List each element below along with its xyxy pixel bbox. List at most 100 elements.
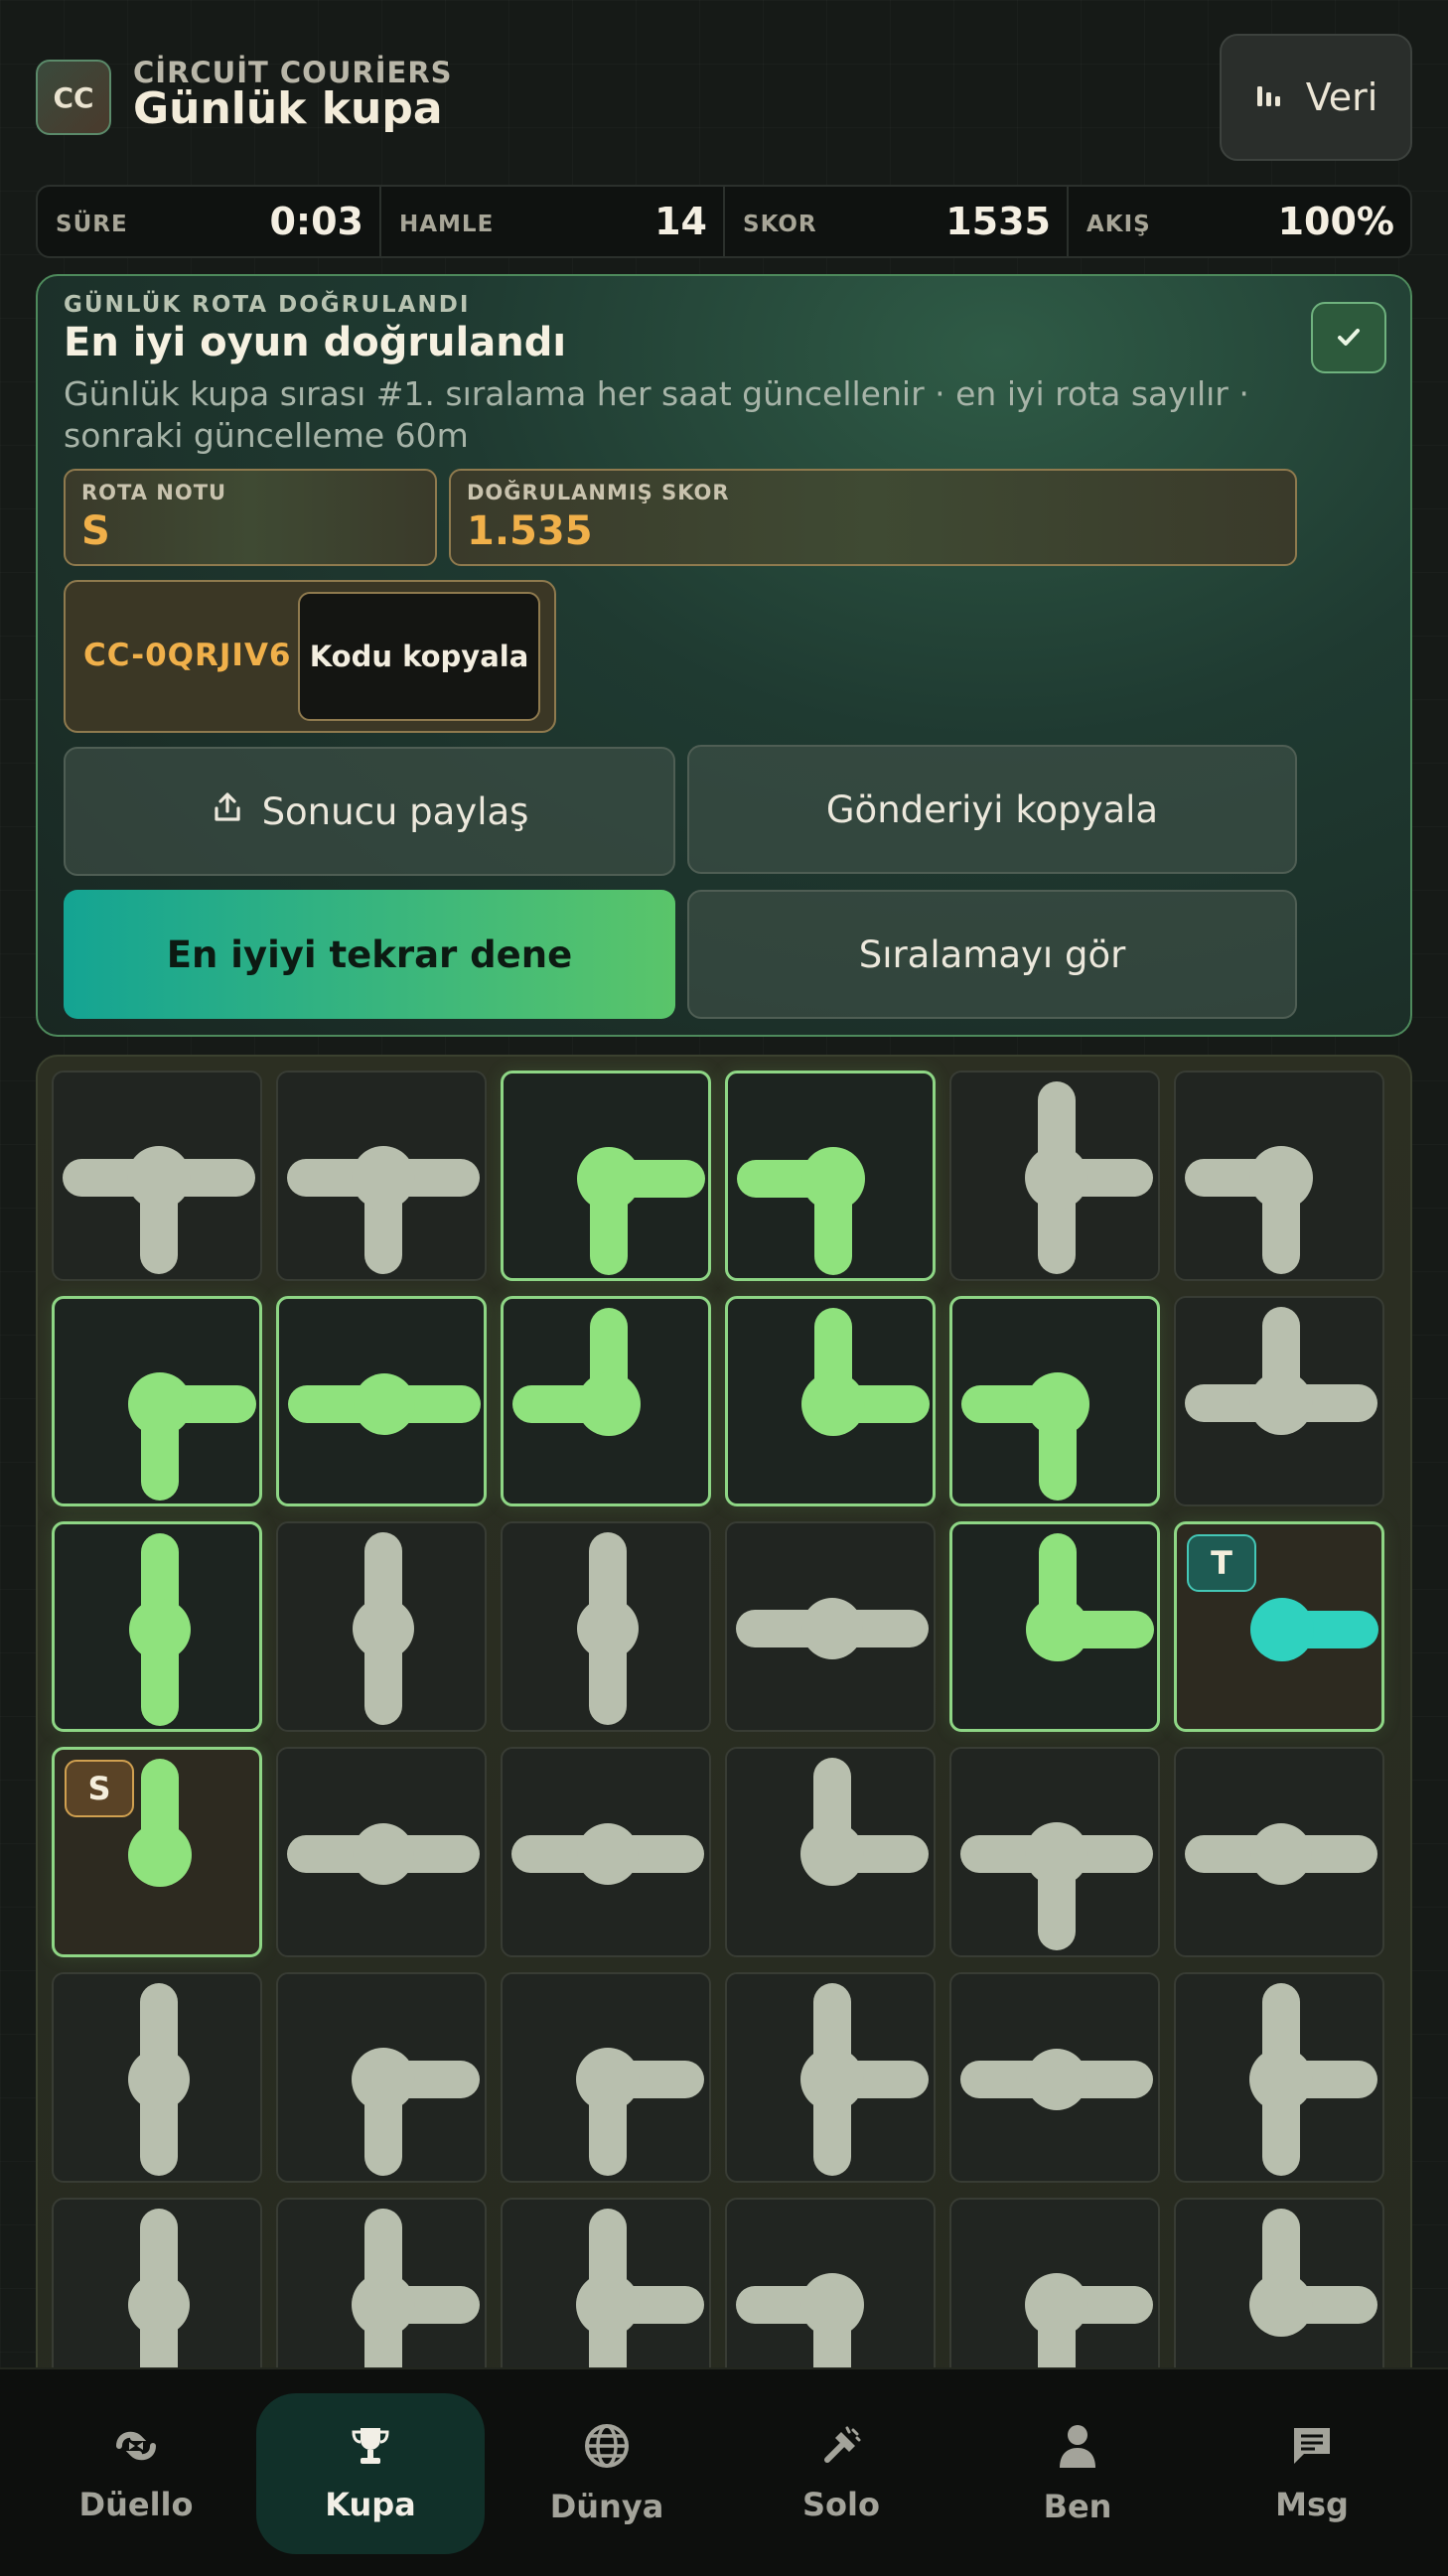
pipe-hub: [801, 1598, 863, 1659]
stat-time: SÜRE 0:03: [38, 187, 381, 256]
pipe-tile[interactable]: [949, 1521, 1160, 1732]
nav-label: Kupa: [325, 2486, 416, 2523]
share-result-button[interactable]: Sonucu paylaş: [64, 747, 675, 876]
copy-code-button[interactable]: Kodu kopyala: [298, 592, 540, 721]
pipe-hub: [1250, 1598, 1314, 1661]
retry-best-button[interactable]: En iyiyi tekrar dene: [64, 890, 675, 1019]
pipe-shape: [287, 1146, 480, 1274]
pipe-tile[interactable]: [52, 1972, 262, 2183]
nav-duel[interactable]: Düello: [22, 2393, 250, 2554]
pipe-tile[interactable]: [725, 1071, 936, 1281]
target-badge: T: [1187, 1534, 1256, 1592]
stat-score: SKOR 1535: [725, 187, 1069, 256]
pipe-tile[interactable]: [276, 1071, 487, 1281]
pipe-tile[interactable]: [501, 1747, 711, 1957]
pipe-tile[interactable]: [501, 1071, 711, 1281]
pipe-tile[interactable]: [276, 1972, 487, 2183]
stat-flow: AKIŞ 100%: [1069, 187, 1410, 256]
pipe-hub: [577, 1823, 639, 1885]
nav-messages[interactable]: Msg: [1198, 2393, 1426, 2554]
pipe-tile[interactable]: [1174, 1972, 1384, 2183]
pipe-shape: [353, 1532, 414, 1725]
pipe-shape: [128, 1372, 256, 1501]
pipe-hub: [1026, 1598, 1089, 1661]
stat-moves: HAMLE 14: [381, 187, 725, 256]
pipe-hub: [354, 1373, 415, 1435]
pipe-tile[interactable]: [501, 1296, 711, 1506]
route-grade-value: S: [81, 508, 110, 554]
nav-profile[interactable]: Ben: [963, 2393, 1192, 2554]
pipe-hub: [800, 1822, 864, 1886]
nav-label: Ben: [1043, 2488, 1112, 2525]
data-button[interactable]: Veri: [1220, 34, 1412, 161]
pipe-shape: [1025, 1081, 1153, 1274]
pipe-shape: [128, 1983, 190, 2176]
pipe-hub: [577, 1598, 639, 1659]
pipe-shape: [960, 1822, 1153, 1950]
stat-label: HAMLE: [399, 212, 495, 237]
message-icon: [1290, 2424, 1334, 2476]
page-title: Günlük kupa: [133, 83, 443, 134]
pipe-hub: [576, 2048, 640, 2111]
pipe-shape: [352, 2048, 480, 2176]
route-grade-label: ROTA NOTU: [81, 481, 227, 504]
pipe-tile[interactable]: [52, 1521, 262, 1732]
bar-chart-icon: [1254, 75, 1284, 119]
pipe-tile[interactable]: [949, 1747, 1160, 1957]
pipe-tile[interactable]: [725, 1747, 936, 1957]
app-logo: CC: [36, 60, 111, 135]
pipe-tile[interactable]: [501, 1521, 711, 1732]
pipe-hub: [1025, 1822, 1088, 1886]
pipe-tile[interactable]: [52, 1296, 262, 1506]
pipe-shape: [737, 1147, 865, 1275]
pipe-hub: [352, 2048, 415, 2111]
pipe-tile[interactable]: [949, 1972, 1160, 2183]
pipe-hub: [800, 2273, 864, 2337]
pipe-shape: [129, 1533, 191, 1726]
pipe-tile[interactable]: T: [1174, 1521, 1384, 1732]
pipe-shape: [800, 1983, 929, 2176]
verified-score-field: DOĞRULANMIŞ SKOR 1.535: [449, 469, 1297, 566]
pipe-hub: [801, 1147, 865, 1211]
pipe-tile[interactable]: [276, 1521, 487, 1732]
nav-label: Msg: [1275, 2486, 1349, 2523]
pipe-shape: [1249, 1983, 1377, 2176]
pipe-tile[interactable]: [1174, 1296, 1384, 1506]
nav-solo[interactable]: Solo: [727, 2393, 955, 2554]
pipe-shape: [1185, 1307, 1377, 1435]
pipe-tile[interactable]: [1174, 1747, 1384, 1957]
pipe-tile[interactable]: [949, 1296, 1160, 1506]
person-icon: [1056, 2422, 1099, 2478]
pipe-tile[interactable]: S: [52, 1747, 262, 1957]
tools-icon: [819, 2424, 863, 2476]
nav-world[interactable]: Dünya: [493, 2393, 721, 2554]
pipe-tile[interactable]: [1174, 1071, 1384, 1281]
stat-label: SKOR: [743, 212, 817, 237]
pipe-shape: [800, 1758, 929, 1886]
pipe-hub: [1249, 1146, 1313, 1210]
pipe-shape: [960, 2049, 1153, 2110]
pipe-tile[interactable]: [725, 1296, 936, 1506]
stat-value: 14: [654, 200, 707, 243]
pipe-shape: [1185, 1823, 1377, 1885]
verified-check-icon: [1311, 302, 1386, 373]
pipe-tile[interactable]: [501, 1972, 711, 2183]
pipe-tile[interactable]: [725, 1972, 936, 2183]
pipe-hub: [576, 2273, 640, 2337]
nav-cup[interactable]: Kupa: [256, 2393, 485, 2554]
result-headline: En iyi oyun doğrulandı: [64, 320, 567, 365]
pipe-tile[interactable]: [949, 1071, 1160, 1281]
pipe-tile[interactable]: [52, 1071, 262, 1281]
pipe-hub: [1249, 2048, 1313, 2111]
game-board: TS: [36, 1055, 1412, 2574]
view-leaderboard-button[interactable]: Sıralamayı gör: [687, 890, 1297, 1019]
stat-label: SÜRE: [56, 212, 128, 237]
pipe-tile[interactable]: [276, 1747, 487, 1957]
route-code: CC-0QRJIV6: [83, 638, 292, 673]
pipe-tile[interactable]: [276, 1296, 487, 1506]
pipe-hub: [127, 1146, 191, 1210]
pipe-tile[interactable]: [725, 1521, 936, 1732]
copy-post-button[interactable]: Gönderiyi kopyala: [687, 745, 1297, 874]
stat-value: 100%: [1277, 200, 1394, 243]
pipe-shape: [288, 1373, 481, 1435]
